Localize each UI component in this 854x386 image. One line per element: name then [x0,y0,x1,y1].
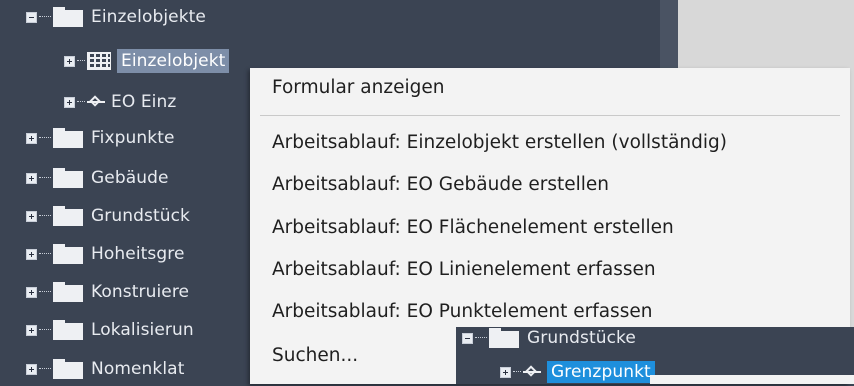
expand-icon[interactable] [26,248,37,260]
point-icon [523,363,541,381]
inset-tree-item-grenzpunkt[interactable]: Grenzpunkt [500,355,655,384]
inset-popup-edge [650,375,854,384]
tree-connector [77,101,85,103]
tree-item-label: Grenzpunkt [547,361,655,383]
point-icon [87,93,105,111]
tree-item-label: Einzelobjekt [117,49,230,73]
expand-icon[interactable] [26,132,37,144]
tree-item-fixpunkte[interactable]: Fixpunkte [26,121,175,155]
tree-item-label: Konstruiere [91,282,190,302]
folder-icon [489,328,519,348]
tree-item-nomenklatur[interactable]: Nomenklat [26,352,184,386]
tree-item-label: Hoheitsgre [91,244,185,264]
menu-item-eo-punktelement-erfassen[interactable]: Arbeitsablauf: EO Punktelement erfassen [272,301,652,322]
tree-item-label: Nomenklat [91,359,185,379]
inset-tree-item-grundstuecke[interactable]: Grundstücke [462,327,636,355]
tree-item-label: Grundstücke [527,328,636,348]
tree-item-einzelobjekt[interactable]: Einzelobjekt [64,44,230,78]
expand-icon[interactable] [26,210,37,222]
folder-icon [53,206,83,226]
expand-icon[interactable] [500,366,511,378]
inset-tree-screenshot: Grundstücke Grenzpunkt [456,327,854,384]
menu-item-eo-linienelement-erfassen[interactable]: Arbeitsablauf: EO Linienelement erfassen [272,259,656,280]
menu-item-formular-anzeigen[interactable]: Formular anzeigen [272,77,444,98]
tree-connector [39,329,51,331]
expand-icon[interactable] [26,363,37,375]
menu-item-suchen[interactable]: Suchen... [272,345,358,366]
folder-icon [53,7,83,27]
tree-connector [39,253,51,255]
expand-icon[interactable] [26,324,37,336]
tree-item-grundstueck[interactable]: Grundstück [26,199,190,233]
collapse-icon[interactable] [462,332,473,344]
tree-connector [513,371,521,373]
folder-icon [53,128,83,148]
tree-item-label: Fixpunkte [91,128,175,148]
tree-item-lokalisierung[interactable]: Lokalisierun [26,313,194,347]
tree-connector [39,215,51,217]
tree-item-konstruierende[interactable]: Konstruiere [26,275,189,309]
folder-icon [53,168,83,188]
tree-connector [475,337,487,339]
folder-icon [53,244,83,264]
tree-item-label: Lokalisierun [91,320,194,340]
tree-connector [39,177,51,179]
tree-connector [39,137,51,139]
expand-icon[interactable] [64,55,75,67]
tree-item-label: Grundstück [91,206,190,226]
collapse-icon[interactable] [26,11,37,23]
tree-item-hoheitsgrenzen[interactable]: Hoheitsgre [26,237,185,271]
tree-item-einzelobjekte[interactable]: Einzelobjekte [26,0,206,34]
table-icon [87,52,111,70]
menu-item-eo-flaechenelement-erstellen[interactable]: Arbeitsablauf: EO Flächenelement erstell… [272,217,674,238]
tree-item-label: Einzelobjekte [91,7,206,27]
tree-item-eo-einz[interactable]: EO Einz [64,85,176,119]
tree-connector [39,16,51,18]
tree-connector [77,60,85,62]
folder-icon [53,320,83,340]
menu-separator [260,115,840,116]
folder-icon [53,282,83,302]
tree-item-label: EO Einz [111,92,177,112]
tree-item-label: Gebäude [91,168,169,188]
menu-item-eo-gebaeude-erstellen[interactable]: Arbeitsablauf: EO Gebäude erstellen [272,174,609,195]
tree-connector [39,291,51,293]
tree-connector [39,368,51,370]
expand-icon[interactable] [26,172,37,184]
expand-icon[interactable] [26,286,37,298]
menu-item-einzelobjekt-erstellen[interactable]: Arbeitsablauf: Einzelobjekt erstellen (v… [272,132,727,153]
tree-item-gebaeude[interactable]: Gebäude [26,161,169,195]
folder-icon [53,359,83,379]
expand-icon[interactable] [64,96,75,108]
